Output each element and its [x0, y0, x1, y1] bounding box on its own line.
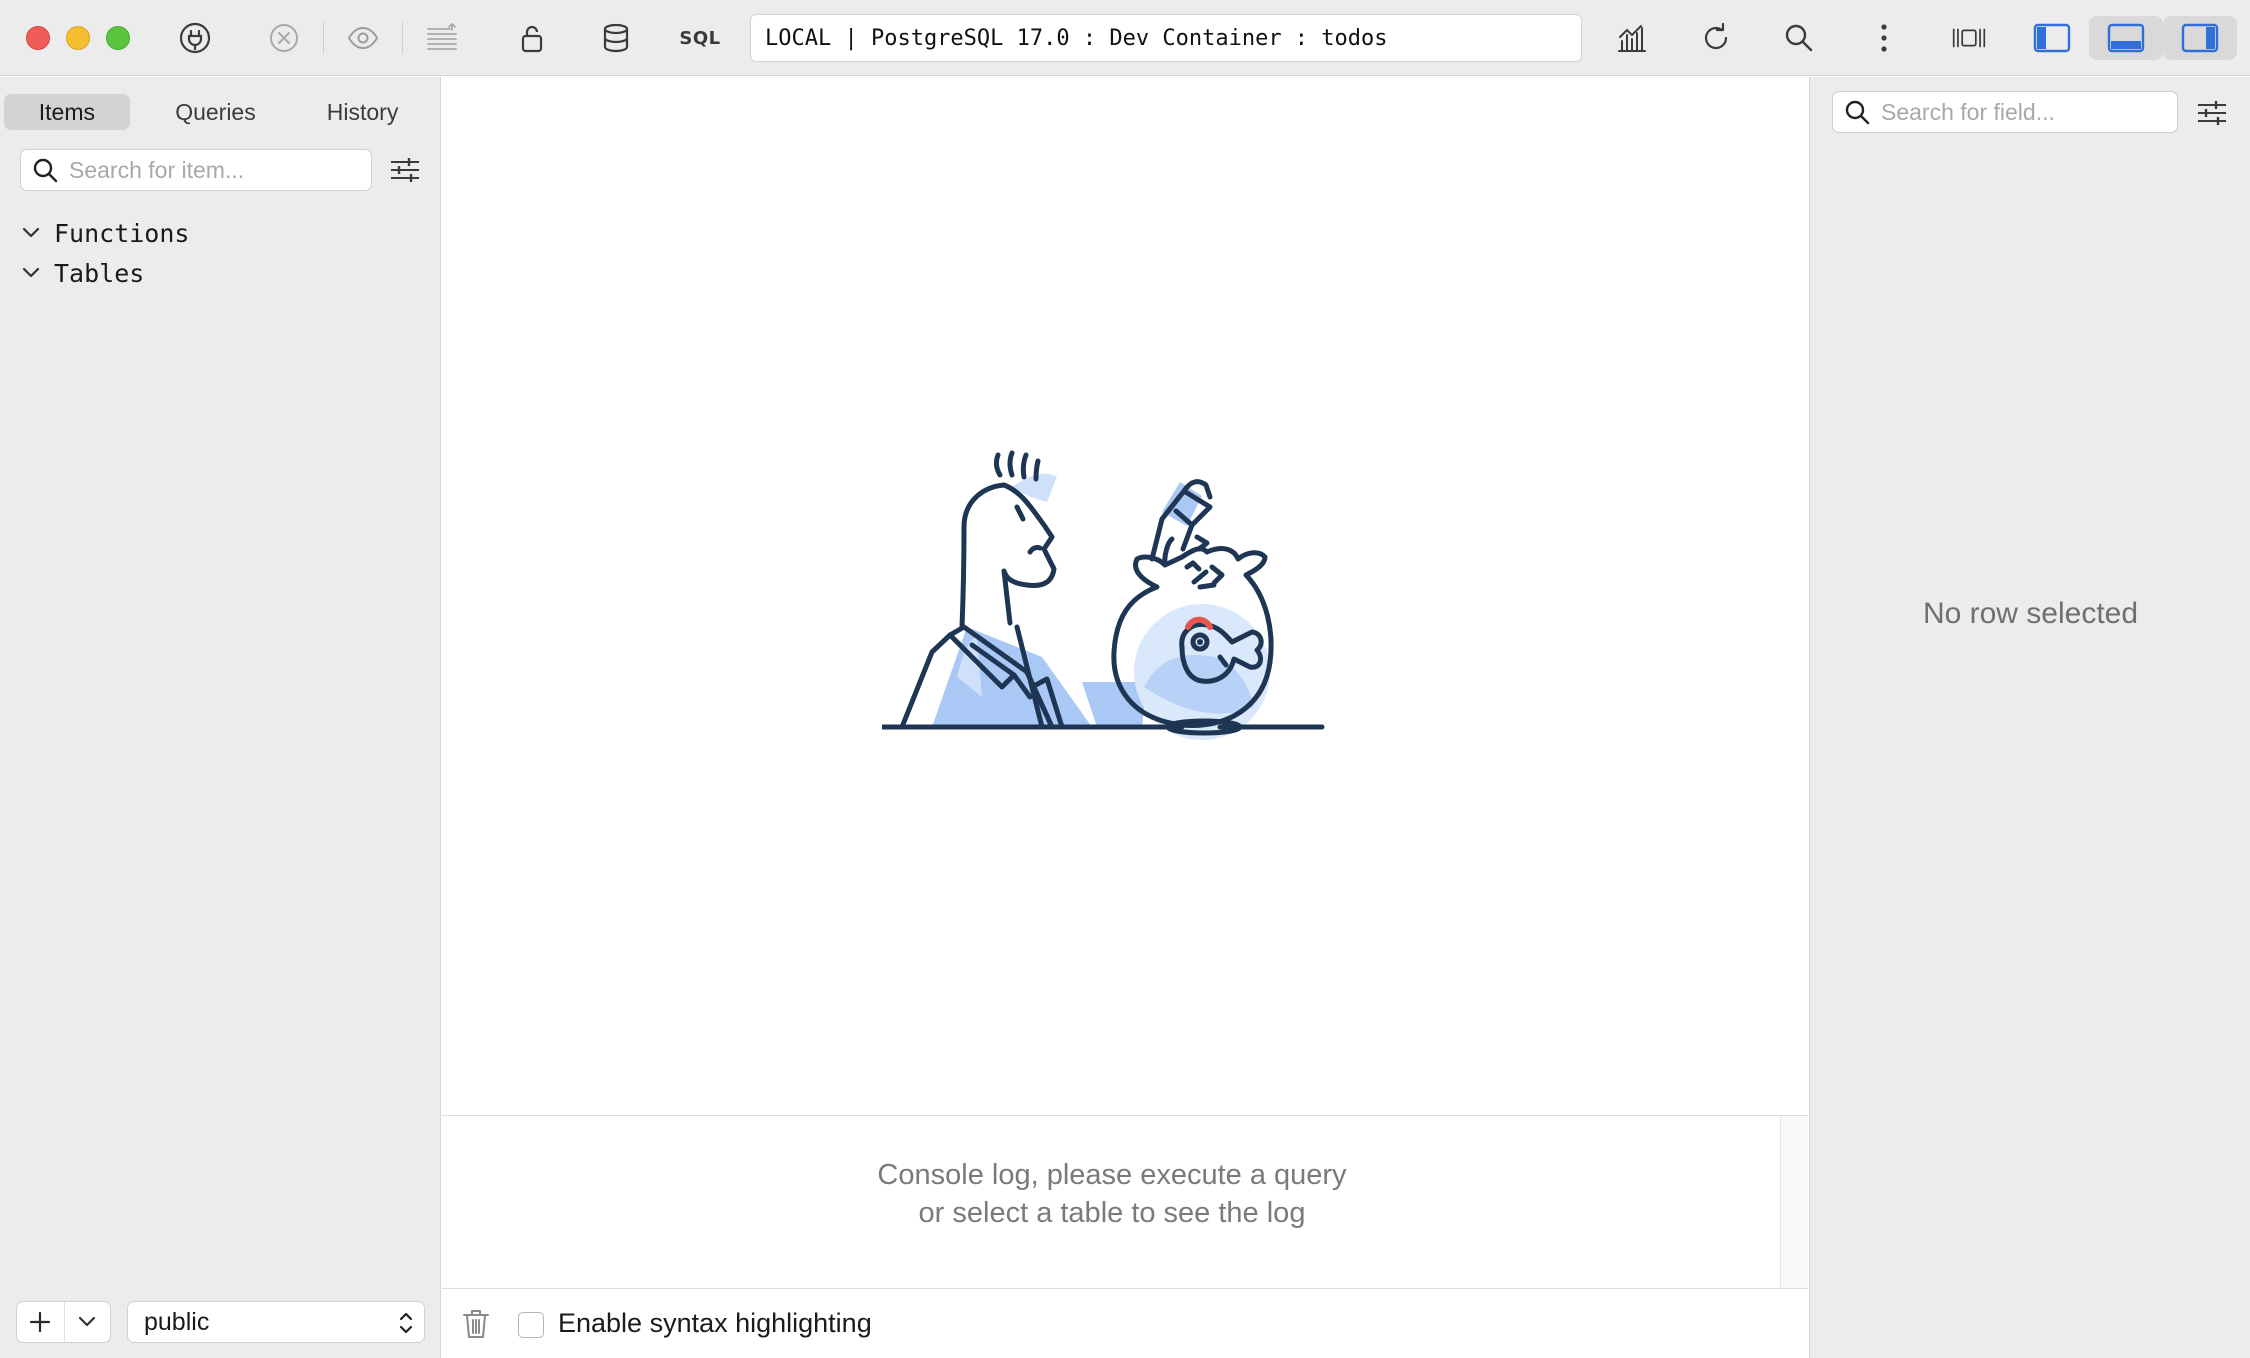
syntax-highlighting-checkbox[interactable]	[518, 1312, 544, 1338]
zoom-window-button[interactable]	[106, 26, 130, 50]
add-item-button[interactable]	[17, 1302, 65, 1342]
chevron-down-icon	[79, 1316, 96, 1327]
toggle-right-sidebar-button[interactable]	[2163, 16, 2237, 60]
console-footer: Enable syntax highlighting	[442, 1290, 1808, 1358]
left-sidebar: Items Queries History Functions	[0, 77, 441, 1358]
console-message-line-2: or select a table to see the log	[918, 1197, 1306, 1229]
bottom-panel-icon	[2107, 23, 2145, 53]
syntax-highlighting-label[interactable]: Enable syntax highlighting	[558, 1308, 872, 1339]
console-scrollbar[interactable]	[1780, 1116, 1808, 1288]
stop-query-icon[interactable]	[264, 18, 304, 58]
search-icon[interactable]	[1779, 18, 1819, 58]
console-empty-message: Console log, please execute a query or s…	[442, 1156, 1782, 1232]
app-window: SQL LOCAL | PostgreSQL 17.0 : Dev Contai…	[0, 0, 2250, 1358]
lock-icon[interactable]	[512, 18, 552, 58]
column-layout-icon[interactable]	[1947, 18, 1991, 58]
schema-select-value: public	[144, 1307, 210, 1336]
console-message-line-1: Console log, please execute a query	[877, 1159, 1347, 1191]
chevron-down-icon[interactable]	[22, 253, 54, 293]
field-search-input[interactable]	[1881, 98, 2177, 126]
tree-item-label: Functions	[54, 218, 190, 248]
tree-item-tables[interactable]: Tables	[22, 253, 189, 293]
toggle-console-button[interactable]	[2089, 16, 2163, 60]
up-down-chevron-icon	[398, 1310, 414, 1343]
item-search-input[interactable]	[69, 156, 371, 184]
empty-state-illustration	[879, 447, 1342, 747]
no-row-selected-message: No row selected	[1922, 597, 2139, 630]
tab-items[interactable]: Items	[4, 94, 130, 130]
toolbar: SQL LOCAL | PostgreSQL 17.0 : Dev Contai…	[0, 0, 2250, 76]
connection-info-field[interactable]: LOCAL | PostgreSQL 17.0 : Dev Container …	[750, 14, 1582, 62]
tab-queries[interactable]: Queries	[130, 94, 301, 130]
add-item-menu-button[interactable]	[65, 1302, 111, 1342]
right-sidebar-icon	[2181, 23, 2219, 53]
connection-plug-icon[interactable]	[175, 18, 215, 58]
minimize-window-button[interactable]	[66, 26, 90, 50]
activity-chart-icon[interactable]	[1612, 18, 1652, 58]
tree-item-functions[interactable]: Functions	[22, 213, 189, 253]
sidebar-tabs: Items Queries History	[4, 94, 424, 130]
main-content: Console log, please execute a query or s…	[442, 77, 1808, 1358]
item-tree: Functions Tables	[22, 213, 189, 293]
sql-editor-button[interactable]: SQL	[676, 22, 724, 54]
tab-history[interactable]: History	[301, 94, 424, 130]
left-sidebar-icon	[2033, 23, 2071, 53]
add-item-group	[16, 1301, 111, 1343]
more-options-icon[interactable]	[1864, 18, 1904, 58]
close-window-button[interactable]	[26, 26, 50, 50]
format-text-icon[interactable]	[422, 18, 462, 58]
search-icon	[21, 150, 69, 190]
search-icon	[1833, 92, 1881, 132]
tree-item-label: Tables	[54, 258, 145, 288]
item-search-box	[20, 149, 372, 191]
toggle-left-sidebar-button[interactable]	[2015, 16, 2089, 60]
clear-console-trash-icon[interactable]	[458, 1306, 494, 1342]
plus-icon	[30, 1311, 51, 1333]
sidebar-footer: public	[16, 1301, 426, 1343]
right-detail-panel: No row selected	[1809, 77, 2250, 1358]
preview-eye-icon[interactable]	[343, 18, 383, 58]
chevron-down-icon[interactable]	[22, 213, 54, 253]
schema-select[interactable]: public	[127, 1301, 425, 1343]
console-log-panel: Console log, please execute a query or s…	[442, 1115, 1808, 1289]
filter-options-icon[interactable]	[387, 152, 423, 188]
refresh-icon[interactable]	[1696, 18, 1736, 58]
field-filter-options-icon[interactable]	[2194, 95, 2230, 131]
field-search-box	[1832, 91, 2178, 133]
database-icon[interactable]	[596, 18, 636, 58]
